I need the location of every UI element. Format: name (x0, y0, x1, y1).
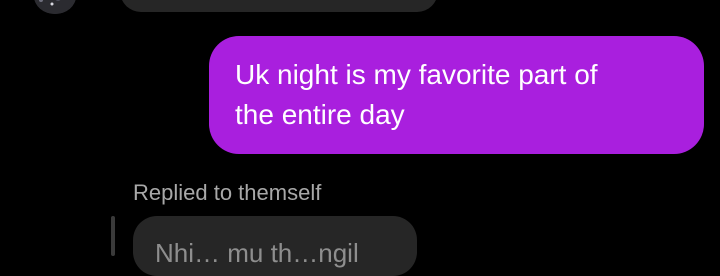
reply-context-label: Replied to themself (133, 180, 322, 205)
avatar[interactable] (34, 0, 76, 14)
reply-indicator-bar (111, 216, 115, 256)
quoted-message-bubble[interactable]: Nhi… mu th…ngil (133, 216, 417, 276)
avatar-image (34, 0, 76, 14)
sent-message-bubble[interactable]: Uk night is my favorite part of the enti… (209, 36, 704, 154)
previous-message-bubble[interactable] (120, 0, 438, 12)
